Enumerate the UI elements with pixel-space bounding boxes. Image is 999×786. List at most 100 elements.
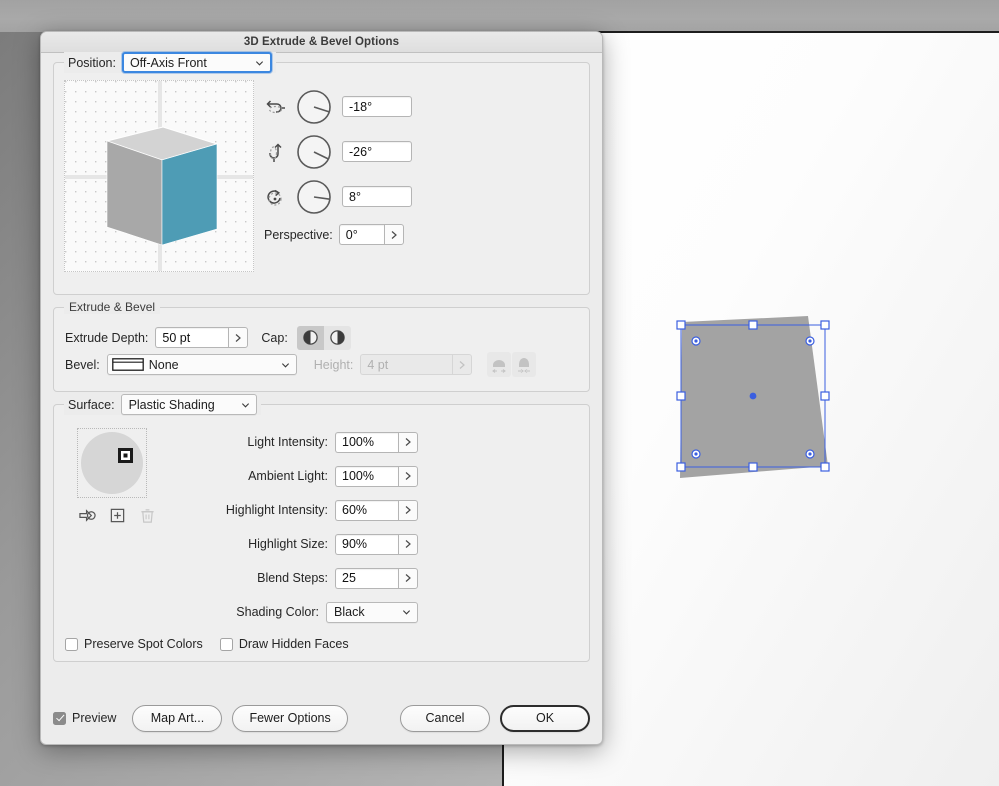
rotate-z-dial[interactable] (295, 178, 333, 216)
bevel-label: Bevel: (65, 357, 100, 372)
surface-shading-value: Plastic Shading (128, 397, 215, 412)
move-light-behind-icon[interactable] (79, 507, 96, 524)
fewer-options-button[interactable]: Fewer Options (232, 704, 348, 732)
rotation-row-y: -26° (264, 129, 412, 174)
dialog-titlebar[interactable]: 3D Extrude & Bevel Options (41, 32, 602, 53)
blend-steps-label: Blend Steps: (257, 571, 328, 585)
extrude-bevel-group: Extrude & Bevel Extrude Depth: 50 pt Cap… (53, 300, 590, 392)
ambient-light-input[interactable]: 100% (335, 465, 398, 487)
bevel-select[interactable]: None (106, 354, 297, 375)
rotate-x-dial[interactable] (295, 88, 333, 126)
bevel-height-combo: 4 pt (360, 354, 473, 375)
cap-button-group (296, 325, 351, 350)
rotate-y-input[interactable]: -26° (342, 141, 412, 162)
chevron-down-icon (402, 610, 411, 615)
light-intensity-combo[interactable]: 100% (335, 431, 418, 453)
perspective-combo[interactable]: 0° (338, 224, 404, 245)
bevel-extent-out-button (487, 352, 512, 377)
surface-fields: Light Intensity: 100% Ambient Light: 100… (171, 423, 418, 629)
preserve-spot-colors-label: Preserve Spot Colors (84, 637, 203, 651)
bevel-height-label: Height: (313, 357, 354, 372)
position-select-value: Off-Axis Front (129, 55, 207, 70)
blend-steps-combo[interactable]: 25 (335, 567, 418, 589)
center-point (749, 392, 757, 400)
preserve-spot-colors-checkbox[interactable]: Preserve Spot Colors (65, 637, 203, 651)
extrude-depth-combo[interactable]: 50 pt (155, 327, 249, 348)
light-intensity-input[interactable]: 100% (335, 431, 398, 453)
chevron-right-icon (235, 333, 242, 342)
rotate-x-input[interactable]: -18° (342, 96, 412, 117)
rotation-row-z: 8° (264, 174, 412, 219)
rotate-z-icon (267, 189, 282, 206)
rotate-z-input[interactable]: 8° (342, 186, 412, 207)
ambient-light-stepper-button[interactable] (398, 465, 418, 487)
cap-solid-button[interactable] (296, 325, 324, 350)
bevel-extent-in-button (512, 352, 537, 377)
preview-checkbox[interactable]: Preview (53, 711, 116, 725)
draw-hidden-faces-box (219, 637, 233, 651)
highlight-size-stepper-button[interactable] (398, 533, 418, 555)
highlight-size-input[interactable]: 90% (335, 533, 398, 555)
light-sphere[interactable] (77, 428, 147, 498)
ambient-light-combo[interactable]: 100% (335, 465, 418, 487)
position-legend: Position: Off-Axis Front (64, 52, 276, 73)
perspective-stepper-button[interactable] (383, 224, 404, 245)
cap-label: Cap: (261, 330, 288, 345)
chevron-down-icon (255, 60, 263, 66)
highlight-intensity-stepper-button[interactable] (398, 499, 418, 521)
new-light-icon[interactable] (109, 507, 126, 524)
delete-light-icon (141, 509, 154, 523)
chevron-right-icon (405, 438, 411, 446)
cube-front-face (161, 143, 218, 246)
cap-hollow-button[interactable] (323, 325, 351, 350)
map-art-button[interactable]: Map Art... (132, 704, 223, 732)
dialog-title: 3D Extrude & Bevel Options (243, 36, 400, 48)
position-select[interactable]: Off-Axis Front (121, 52, 272, 73)
blend-steps-row: Blend Steps: 25 (171, 561, 418, 595)
light-intensity-row: Light Intensity: 100% (171, 425, 418, 459)
position-group: Position: Off-Axis Front -18° -26° 8° Pe… (53, 52, 590, 295)
extrude-depth-stepper-button[interactable] (228, 327, 249, 348)
bevel-extent-in-icon (518, 357, 531, 373)
chevron-right-icon (405, 540, 411, 548)
highlight-intensity-combo[interactable]: 60% (335, 499, 418, 521)
highlight-size-combo[interactable]: 90% (335, 533, 418, 555)
shading-color-label: Shading Color: (236, 605, 319, 619)
light-tool-buttons (79, 507, 157, 524)
bevel-height-input: 4 pt (360, 354, 453, 375)
preview-box (53, 711, 66, 725)
selected-artwork[interactable] (660, 300, 850, 490)
rotate-y-dial[interactable] (295, 133, 333, 171)
dialog-footer: Preview Map Art... Fewer Options Cancel … (41, 692, 602, 744)
blend-steps-input[interactable]: 25 (335, 567, 398, 589)
surface-label: Surface: (68, 397, 115, 412)
surface-shading-select[interactable]: Plastic Shading (120, 394, 257, 415)
shading-color-select[interactable]: Black (326, 601, 418, 623)
3d-extrude-bevel-dialog: 3D Extrude & Bevel Options Position: Off… (40, 31, 603, 745)
lighting-column (65, 423, 157, 629)
chevron-right-icon (405, 506, 411, 514)
rotate-x-icon (266, 99, 285, 113)
highlight-intensity-input[interactable]: 60% (335, 499, 398, 521)
light-intensity-label: Light Intensity: (247, 435, 328, 449)
cube-preview[interactable] (64, 80, 254, 272)
surface-group: Surface: Plastic Shading Light Intensity… (53, 394, 590, 662)
cap-solid-icon (303, 330, 318, 345)
draw-hidden-faces-checkbox[interactable]: Draw Hidden Faces (219, 637, 349, 651)
cap-hollow-icon (330, 330, 345, 345)
extrude-depth-input[interactable]: 50 pt (155, 327, 229, 348)
cancel-button[interactable]: Cancel (400, 704, 490, 732)
bevel-extent-out-icon (492, 359, 507, 373)
ok-button[interactable]: OK (500, 704, 590, 732)
perspective-input[interactable]: 0° (338, 224, 384, 245)
bevel-extent-group (487, 352, 537, 377)
surface-legend: Surface: Plastic Shading (64, 394, 261, 415)
rotation-row-x: -18° (264, 84, 412, 129)
blend-steps-stepper-button[interactable] (398, 567, 418, 589)
desktop-top-band (0, 0, 999, 32)
perspective-row: Perspective: 0° (264, 224, 412, 245)
bevel-none-icon (111, 358, 144, 371)
light-intensity-stepper-button[interactable] (398, 431, 418, 453)
shading-color-value: Black (334, 605, 365, 619)
draw-hidden-faces-label: Draw Hidden Faces (238, 637, 349, 651)
